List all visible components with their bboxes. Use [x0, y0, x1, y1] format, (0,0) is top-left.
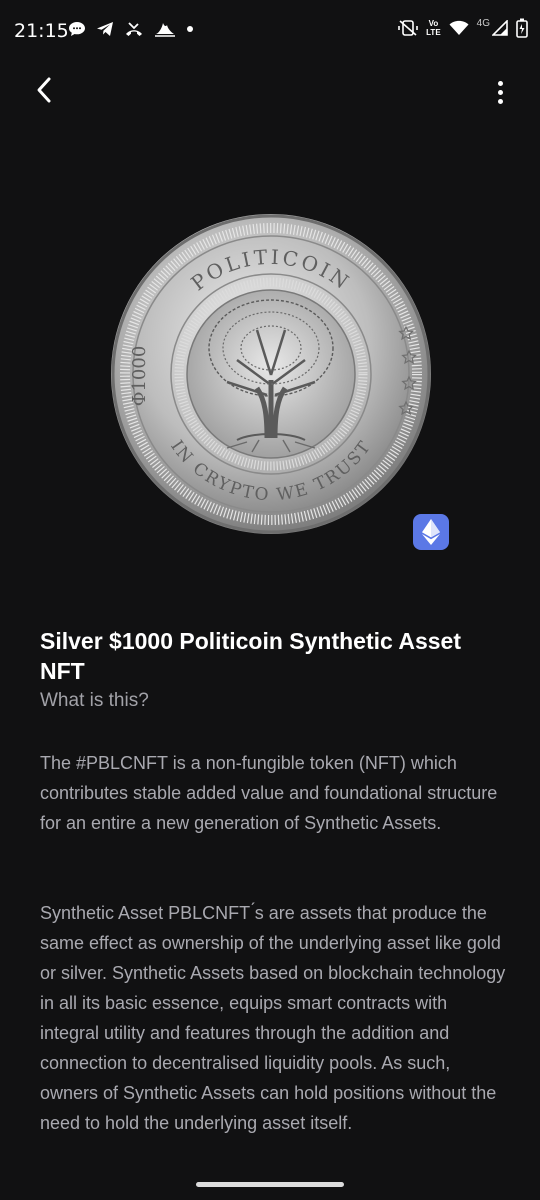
missed-call-icon [126, 22, 142, 36]
app-icon [155, 23, 175, 37]
back-button[interactable] [26, 72, 62, 108]
status-time: 21:15 [14, 20, 69, 42]
description-paragraph: Synthetic Asset PBLCNFT ́s are assets th… [40, 903, 506, 1133]
section-heading: What is this? [40, 690, 149, 711]
battery-charging-icon [516, 18, 528, 38]
notification-icons [68, 21, 194, 37]
signal-icon [492, 20, 508, 36]
nft-title: Silver $1000 Politicoin Synthetic Asset … [40, 628, 461, 684]
chevron-left-icon [37, 77, 51, 103]
scroll-fade [0, 1158, 540, 1200]
ethereum-icon [422, 519, 440, 545]
notification-dot-icon [187, 26, 193, 32]
telegram-icon [97, 22, 113, 36]
nft-image[interactable]: POLITICOIN IN CRYPTO WE TRUST Φ1000 [107, 210, 435, 538]
network-type: 4G [476, 17, 490, 29]
status-bar: 21:15 Vo LTE 4G [0, 0, 540, 62]
chat-bubble-icon [69, 22, 85, 36]
coin-illustration: POLITICOIN IN CRYPTO WE TRUST Φ1000 [111, 214, 431, 534]
coin-value-text: Φ1000 [129, 346, 150, 407]
more-options-button[interactable] [488, 74, 512, 110]
more-vertical-icon [497, 80, 503, 86]
volte-icon: Vo LTE [426, 19, 441, 37]
gesture-nav-bar[interactable] [196, 1182, 344, 1187]
description-paragraph: The #PBLCNFT is a non-fungible token (NF… [40, 753, 498, 833]
system-icons: Vo LTE 4G [398, 18, 528, 38]
wifi-icon [449, 20, 469, 35]
mute-icon [398, 20, 418, 36]
ethereum-badge[interactable] [413, 514, 449, 550]
